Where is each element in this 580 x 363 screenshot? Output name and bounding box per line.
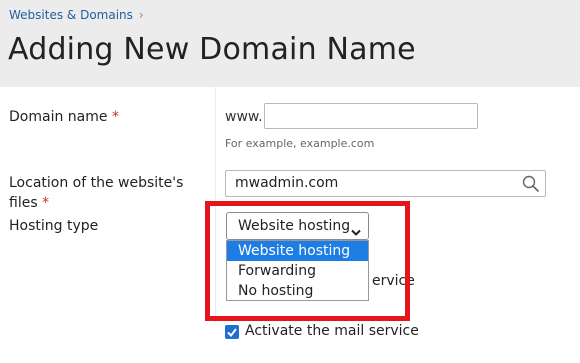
highlight-box [205, 201, 410, 321]
location-value: mwadmin.com [235, 175, 339, 191]
location-label-line1: Location of the website's [9, 175, 184, 191]
page-title: Adding New Domain Name [8, 32, 416, 67]
required-mark: * [111, 109, 119, 125]
breadcrumb-separator: › [138, 8, 144, 22]
search-icon[interactable] [521, 174, 541, 194]
location-label: Location of the website's files * [9, 173, 183, 213]
mail-service-checkbox[interactable] [225, 325, 239, 339]
checkmark-icon [227, 328, 237, 338]
hosting-type-label: Hosting type [9, 218, 99, 234]
domain-name-input[interactable] [264, 103, 478, 129]
domain-name-hint: For example, example.com [225, 137, 375, 150]
breadcrumb-link-websites-domains[interactable]: Websites & Domains [9, 8, 133, 22]
mail-service-label: Activate the mail service [245, 323, 419, 339]
location-input[interactable]: mwadmin.com [225, 170, 546, 197]
page-header: Websites & Domains › Adding New Domain Na… [0, 0, 580, 87]
location-label-line2: files [9, 195, 38, 211]
domain-name-label-text: Domain name [9, 109, 108, 125]
www-prefix: www. [225, 109, 263, 125]
required-mark: * [42, 195, 50, 211]
domain-name-label: Domain name * [9, 107, 119, 127]
breadcrumb: Websites & Domains › [9, 8, 144, 22]
